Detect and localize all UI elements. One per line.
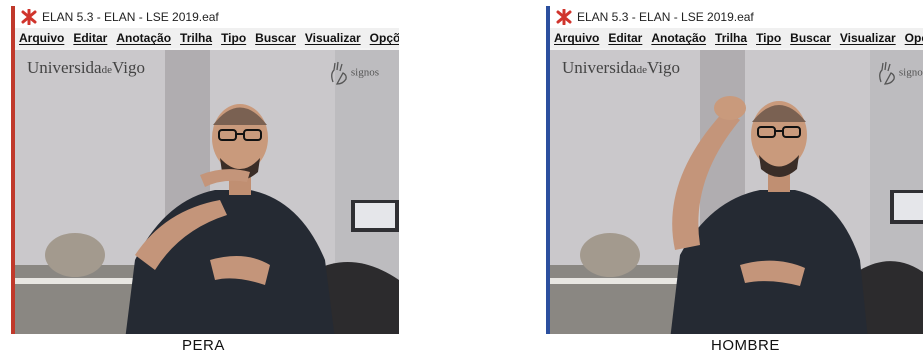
- menu-tipo[interactable]: Tipo: [221, 31, 246, 45]
- menu-anotacao[interactable]: Anotação: [651, 31, 706, 45]
- menu-buscar[interactable]: Buscar: [255, 31, 296, 45]
- elan-window-left: ELAN 5.3 - ELAN - LSE 2019.eaf Arquivo E…: [11, 6, 399, 334]
- menu-editar[interactable]: Editar: [73, 31, 107, 45]
- menu-anotacao[interactable]: Anotação: [116, 31, 171, 45]
- elan-window-right: ELAN 5.3 - ELAN - LSE 2019.eaf Arquivo E…: [546, 6, 923, 334]
- menu-buscar[interactable]: Buscar: [790, 31, 831, 45]
- menu-tipo[interactable]: Tipo: [756, 31, 781, 45]
- university-logo: UniversidadeVigo: [562, 58, 680, 77]
- window-title: ELAN 5.3 - ELAN - LSE 2019.eaf: [42, 10, 219, 24]
- menu-bar: Arquivo Editar Anotação Trilha Tipo Busc…: [550, 28, 923, 48]
- hand-sign-icon: [330, 61, 347, 85]
- caption-hombre: HOMBRE: [711, 337, 780, 354]
- university-logo: UniversidadeVigo: [27, 58, 145, 77]
- menu-trilha[interactable]: Trilha: [715, 31, 747, 45]
- signos-logo: signos: [873, 60, 923, 86]
- menu-trilha[interactable]: Trilha: [180, 31, 212, 45]
- menu-opcoes[interactable]: Opções: [370, 31, 399, 45]
- video-viewer[interactable]: UniversidadeVigo signos: [15, 50, 399, 334]
- video-frame-pera: [15, 50, 399, 334]
- video-viewer[interactable]: UniversidadeVigo signos: [550, 50, 923, 334]
- title-bar[interactable]: ELAN 5.3 - ELAN - LSE 2019.eaf: [550, 6, 923, 28]
- video-frame-hombre: [550, 50, 923, 334]
- menu-arquivo[interactable]: Arquivo: [554, 31, 599, 45]
- menu-visualizar[interactable]: Visualizar: [305, 31, 361, 45]
- menu-editar[interactable]: Editar: [608, 31, 642, 45]
- caption-pera: PERA: [182, 337, 225, 354]
- menu-arquivo[interactable]: Arquivo: [19, 31, 64, 45]
- signos-logo: signos: [325, 60, 379, 86]
- title-bar[interactable]: ELAN 5.3 - ELAN - LSE 2019.eaf: [15, 6, 399, 28]
- elan-app-icon: [556, 9, 572, 25]
- menu-opcoes[interactable]: Opções: [905, 31, 923, 45]
- menu-visualizar[interactable]: Visualizar: [840, 31, 896, 45]
- elan-app-icon: [21, 9, 37, 25]
- hand-sign-icon: [878, 61, 895, 85]
- window-title: ELAN 5.3 - ELAN - LSE 2019.eaf: [577, 10, 754, 24]
- menu-bar: Arquivo Editar Anotação Trilha Tipo Busc…: [15, 28, 399, 48]
